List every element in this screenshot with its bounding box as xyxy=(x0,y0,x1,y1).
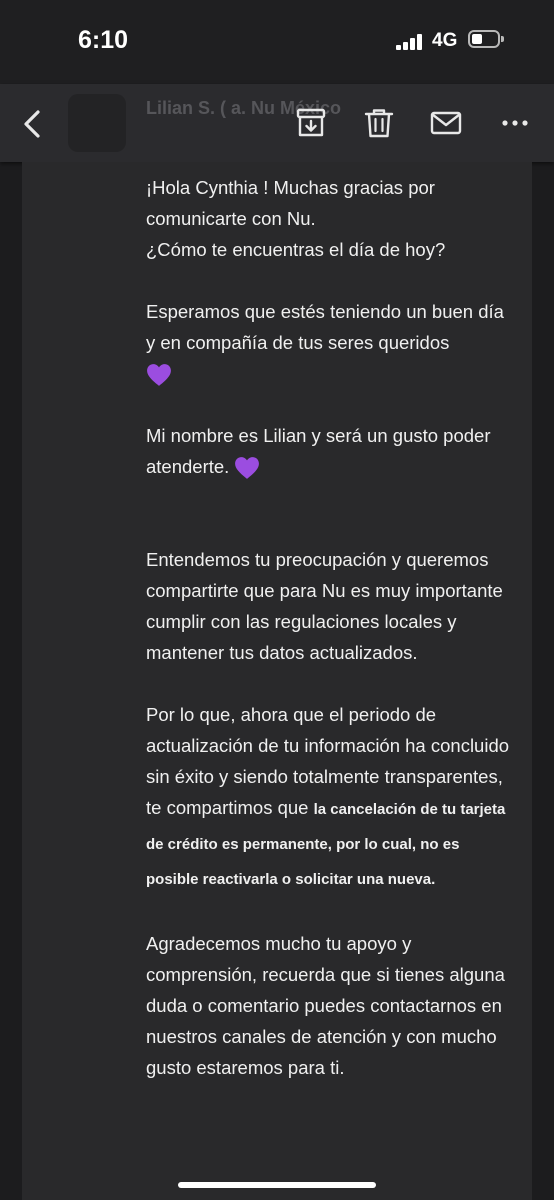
intro-paragraph: Mi nombre es Lilian y será un gusto pode… xyxy=(146,420,516,482)
closing-paragraph: Agradecemos mucho tu apoyo y comprensión… xyxy=(146,933,505,1078)
purple-heart-icon xyxy=(235,457,260,479)
wishes-paragraph: Esperamos que estés teniendo un buen día… xyxy=(146,296,516,389)
network-type: 4G xyxy=(432,30,458,51)
more-icon[interactable] xyxy=(498,106,532,140)
greeting-text: ¡Hola Cynthia ! Muchas gracias por comun… xyxy=(146,177,435,229)
cancellation-paragraph: Por lo que, ahora que el periodo de actu… xyxy=(146,699,516,897)
email-toolbar: Lilian S. ( a. Nu México xyxy=(0,84,554,162)
question-text: ¿Cómo te encuentras el día de hoy? xyxy=(146,239,446,260)
home-indicator[interactable] xyxy=(178,1182,376,1188)
intro-text: Mi nombre es Lilian y será un gusto pode… xyxy=(146,425,491,477)
status-bar: 6:10 4G xyxy=(0,0,554,84)
trash-icon[interactable] xyxy=(362,106,396,140)
status-time: 6:10 xyxy=(78,26,129,54)
greeting-paragraph: ¡Hola Cynthia ! Muchas gracias por comun… xyxy=(146,172,516,265)
back-arrow-icon[interactable] xyxy=(18,104,48,144)
archive-icon[interactable] xyxy=(294,106,328,140)
purple-heart-icon xyxy=(147,364,171,386)
wishes-text: Esperamos que estés teniendo un buen día… xyxy=(146,301,504,353)
battery-icon xyxy=(468,30,504,48)
concern-paragraph: Entendemos tu preocupación y queremos co… xyxy=(146,549,503,663)
signal-icon xyxy=(396,34,424,50)
email-content: ¡Hola Cynthia ! Muchas gracias por comun… xyxy=(146,172,516,1114)
avatar xyxy=(68,94,126,152)
mail-icon[interactable] xyxy=(429,106,463,140)
